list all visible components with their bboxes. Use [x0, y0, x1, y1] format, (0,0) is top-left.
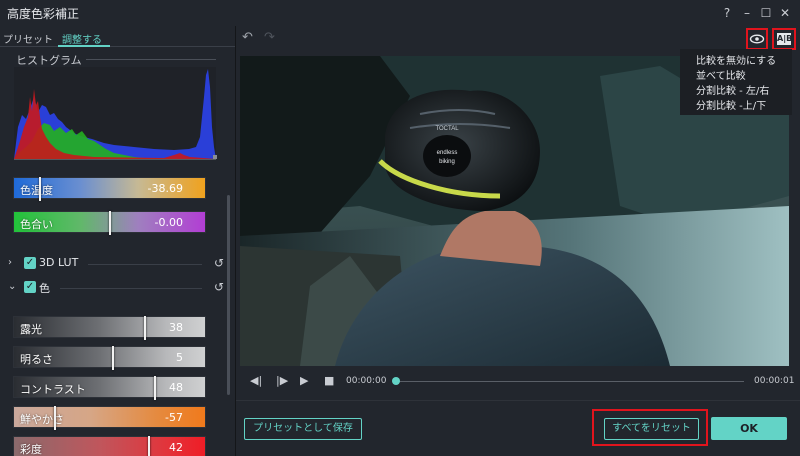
section-3d-lut[interactable]: › ✓ 3D LUT ↺ [8, 256, 224, 272]
brightness-label: 明るさ [20, 353, 53, 366]
temperature-value[interactable]: -38.69 [148, 182, 183, 195]
footer-divider [236, 400, 800, 401]
saturation-thumb[interactable] [148, 436, 150, 456]
histogram-title: ヒストグラム [16, 54, 82, 67]
temperature-label: 色温度 [20, 184, 53, 197]
brightness-value[interactable]: 5 [176, 351, 183, 364]
total-time: 00:00:01 [754, 376, 795, 386]
undo-icon[interactable]: ↶ [242, 30, 253, 45]
reset-3d-lut-icon[interactable]: ↺ [214, 256, 224, 270]
temperature-slider[interactable]: 色温度 -38.69 [13, 177, 206, 201]
saturation-value[interactable]: 42 [169, 441, 183, 454]
help-icon[interactable]: ? [718, 4, 736, 22]
contrast-label: コントラスト [20, 383, 86, 396]
close-icon[interactable]: ✕ [776, 4, 794, 22]
tab-presets[interactable]: プリセット [3, 31, 53, 46]
vibrance-label: 鮮やかさ [20, 413, 64, 426]
temperature-thumb[interactable] [39, 177, 41, 201]
compare-menu: 比較を無効にする 並べて比較 分割比較 - 左/右 分割比較 -上/下 [680, 49, 792, 115]
adjust-panel: ヒストグラム 色温度 -38.69 色合い -0.00 › ✓ 3D LUT ↺ [0, 47, 235, 456]
vibrance-slider[interactable]: 鮮やかさ -57 [13, 406, 206, 430]
section-color-label: 色 [39, 282, 50, 295]
histogram-resize-handle[interactable] [213, 155, 217, 159]
saturation-slider[interactable]: 彩度 42 [13, 436, 206, 456]
exposure-thumb[interactable] [144, 316, 146, 340]
ok-button[interactable]: OK [711, 417, 787, 440]
tint-slider[interactable]: 色合い -0.00 [13, 211, 206, 235]
section-color[interactable]: ⌄ ✓ 色 ↺ [8, 280, 224, 296]
eye-icon [749, 34, 765, 44]
save-preset-button[interactable]: プリセットとして保存 [244, 418, 362, 440]
color-correction-window: 高度色彩補正 ? – ☐ ✕ プリセット 調整する ヒストグラム 色温度 -38… [0, 0, 800, 456]
histogram-title-divider [86, 59, 216, 60]
checkbox-3d-lut[interactable]: ✓ [24, 257, 36, 269]
title-bar: 高度色彩補正 ? – ☐ ✕ [0, 0, 800, 26]
exposure-label: 露光 [20, 323, 42, 336]
panel-scrollbar[interactable] [227, 195, 230, 395]
play-icon[interactable]: ▶ [300, 374, 308, 387]
chevron-right-icon[interactable]: › [8, 257, 12, 268]
exposure-slider[interactable]: 露光 38 [13, 316, 206, 340]
contrast-slider[interactable]: コントラスト 48 [13, 376, 206, 400]
compare-toggle-button[interactable] [746, 28, 768, 50]
timeline-track[interactable] [397, 381, 744, 382]
checkbox-color[interactable]: ✓ [24, 281, 36, 293]
tab-adjust[interactable]: 調整する [62, 31, 102, 46]
brightness-slider[interactable]: 明るさ 5 [13, 346, 206, 370]
menu-item-split-top-bottom[interactable]: 分割比較 -上/下 [696, 97, 766, 112]
redo-icon[interactable]: ↷ [264, 30, 275, 45]
contrast-thumb[interactable] [154, 376, 156, 400]
ab-compare-icon: A|B [777, 33, 793, 45]
helmet-brand-text: TOCTAL [435, 126, 459, 132]
split-compare-button[interactable]: A|B [772, 28, 796, 50]
contrast-value[interactable]: 48 [169, 381, 183, 394]
histogram-baseline [14, 159, 216, 160]
section-divider [60, 288, 202, 289]
stop-icon[interactable]: ■ [324, 374, 334, 387]
player-controls: ◀| |▶ ▶ ■ 00:00:00 00:00:01 [240, 370, 795, 392]
chevron-down-icon[interactable]: ⌄ [8, 281, 16, 292]
vibrance-thumb[interactable] [54, 406, 56, 430]
histogram-graph [14, 67, 216, 159]
current-time: 00:00:00 [346, 376, 387, 386]
saturation-label: 彩度 [20, 443, 42, 456]
exposure-value[interactable]: 38 [169, 321, 183, 334]
panel-divider [235, 26, 236, 456]
maximize-icon[interactable]: ☐ [757, 4, 775, 22]
menu-item-side-by-side[interactable]: 並べて比較 [696, 67, 746, 82]
section-3d-lut-label: 3D LUT [39, 256, 79, 269]
vibrance-value[interactable]: -57 [165, 411, 183, 424]
menu-item-disable-compare[interactable]: 比較を無効にする [696, 52, 776, 67]
panel-tabs: プリセット 調整する [0, 29, 235, 47]
helmet-text-endless: endless [437, 150, 458, 156]
tint-value[interactable]: -0.00 [155, 216, 183, 229]
prev-frame-icon[interactable]: ◀| [250, 374, 262, 387]
minimize-icon[interactable]: – [738, 4, 756, 22]
brightness-thumb[interactable] [112, 346, 114, 370]
reset-all-button[interactable]: すべてをリセット [604, 418, 699, 440]
helmet-text-biking: biking [439, 159, 455, 165]
reset-color-icon[interactable]: ↺ [214, 280, 224, 294]
tint-thumb[interactable] [109, 211, 111, 235]
window-title: 高度色彩補正 [7, 7, 80, 21]
playhead-handle[interactable] [392, 377, 400, 385]
play-frame-icon[interactable]: |▶ [276, 374, 288, 387]
section-divider [88, 264, 202, 265]
menu-item-split-left-right[interactable]: 分割比較 - 左/右 [696, 82, 769, 97]
tint-label: 色合い [20, 218, 53, 231]
